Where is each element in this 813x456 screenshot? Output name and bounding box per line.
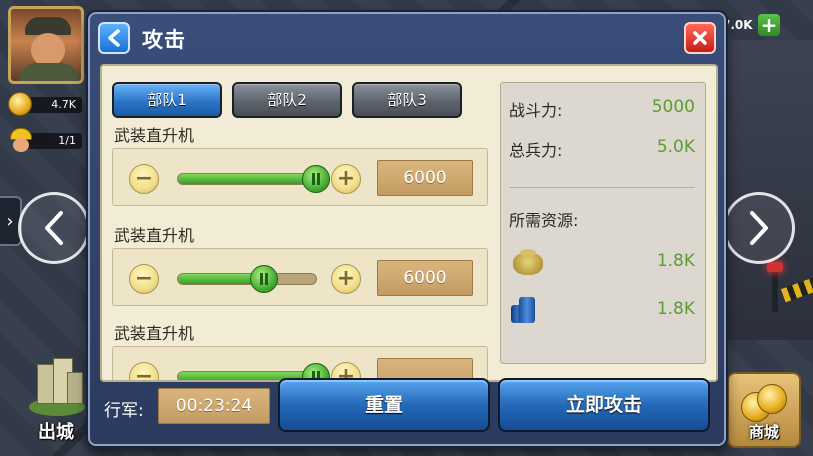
city-buildings-icon: [27, 356, 85, 418]
unit-name: 武装直升机: [114, 226, 195, 245]
player-avatar[interactable]: [8, 6, 84, 84]
close-icon: [693, 31, 707, 45]
food-sack-icon: [511, 249, 545, 277]
slider-fill: [178, 174, 316, 184]
increase-button[interactable]: +: [331, 164, 361, 194]
chevron-right-icon: [750, 211, 768, 245]
food-resource-value: 1.8K: [656, 251, 695, 271]
quantity-slider[interactable]: [177, 265, 317, 293]
dialog-body: 部队1 部队2 部队3 武装直升机 − + 6000 武装直升机 − + 600…: [100, 64, 718, 382]
next-arrow-button[interactable]: [723, 192, 795, 264]
decrease-button[interactable]: −: [129, 362, 159, 380]
slider-handle[interactable]: [249, 265, 278, 293]
chevron-left-icon: [108, 29, 120, 47]
shop-label: 商城: [748, 423, 779, 441]
unit-controls: − + 6000: [112, 148, 488, 206]
chevron-left-icon: [45, 211, 63, 245]
dialog-title: 攻击: [142, 28, 186, 52]
shop-button[interactable]: 商城: [727, 372, 801, 448]
scene-barrier-pole: [772, 266, 778, 312]
combat-power-row: 战斗力: 5000: [509, 97, 695, 121]
combat-power-label: 战斗力:: [509, 101, 563, 120]
exit-city-label: 出城: [38, 422, 74, 443]
unit-name: 武装直升机: [114, 126, 195, 145]
scene-barrier-light: [767, 262, 783, 272]
tab-troop-2[interactable]: 部队2: [232, 82, 342, 118]
unit-list[interactable]: 武装直升机 − + 6000 武装直升机 − + 6000 武装直升机 − +: [112, 122, 492, 380]
unit-controls: − + 6000: [112, 248, 488, 306]
unit-controls: − +: [112, 346, 488, 380]
stats-divider: [509, 187, 695, 188]
gold-coin-icon: [8, 92, 32, 116]
slider-handle[interactable]: [302, 165, 330, 193]
troop-tabs: 部队1 部队2 部队3: [112, 82, 462, 118]
dialog-header: 攻击: [90, 14, 724, 64]
add-resource-button[interactable]: +: [758, 14, 780, 36]
top-right-resource-value: 7.0K: [722, 18, 753, 32]
reset-button[interactable]: 重置: [278, 378, 490, 432]
close-button[interactable]: [684, 22, 716, 54]
total-troops-value: 5.0K: [656, 137, 695, 157]
tab-troop-1[interactable]: 部队1: [112, 82, 222, 118]
exit-city-button[interactable]: 出城: [22, 356, 90, 448]
worker-resource: 1/1: [8, 128, 84, 152]
tab-troop-3[interactable]: 部队3: [352, 82, 462, 118]
coin-stack-icon: [741, 380, 789, 424]
march-label: 行军:: [104, 401, 144, 421]
back-button[interactable]: [98, 22, 130, 54]
food-resource-row: 1.8K: [501, 249, 695, 279]
unit-name: 武装直升机: [114, 324, 195, 343]
oil-barrel-icon: [511, 297, 541, 325]
required-resources-row: 所需资源:: [509, 207, 695, 231]
total-troops-label: 总兵力:: [509, 141, 563, 160]
march-time: 00:23:24: [158, 388, 270, 424]
decrease-button[interactable]: −: [129, 264, 159, 294]
worker-value: 1/1: [58, 134, 76, 147]
quantity-field[interactable]: 6000: [377, 260, 473, 296]
oil-resource-row: 1.8K: [501, 297, 695, 327]
quantity-slider[interactable]: [177, 165, 330, 193]
worker-helmet-icon: [8, 128, 32, 154]
attack-now-button[interactable]: 立即攻击: [498, 378, 710, 432]
stats-panel: 战斗力: 5000 总兵力: 5.0K 所需资源: 1.8K 1.8K: [500, 82, 706, 364]
total-troops-row: 总兵力: 5.0K: [509, 137, 695, 161]
gold-resource: 4.7K: [8, 92, 84, 116]
combat-power-value: 5000: [651, 97, 695, 117]
gold-value: 4.7K: [51, 98, 76, 111]
decrease-button[interactable]: −: [129, 164, 159, 194]
oil-resource-value: 1.8K: [656, 299, 695, 319]
prev-arrow-button[interactable]: [18, 192, 90, 264]
quantity-field[interactable]: 6000: [377, 160, 473, 196]
attack-dialog: 攻击 部队1 部队2 部队3 武装直升机 − + 6000 武装直升机 − + …: [88, 12, 726, 446]
required-resources-label: 所需资源:: [509, 211, 579, 230]
increase-button[interactable]: +: [331, 264, 361, 294]
